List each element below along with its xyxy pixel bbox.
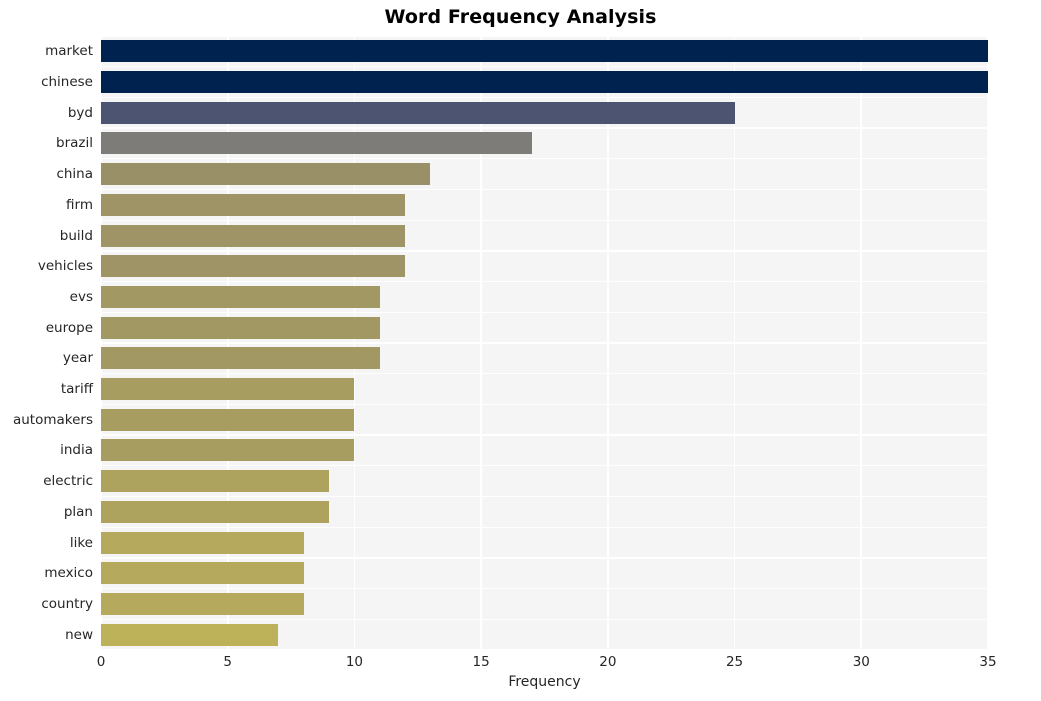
- bar[interactable]: [101, 347, 380, 370]
- gridline-horizontal: [101, 219, 988, 221]
- y-axis-tick-label: year: [62, 350, 93, 367]
- y-axis-tick-label: new: [65, 626, 93, 643]
- bar[interactable]: [101, 378, 355, 401]
- gridline-horizontal: [101, 66, 988, 68]
- y-axis-tick-label: electric: [43, 473, 93, 490]
- bar[interactable]: [101, 470, 330, 493]
- gridline-horizontal: [101, 188, 988, 191]
- gridline-horizontal: [101, 557, 988, 559]
- gridline-horizontal: [101, 280, 988, 283]
- gridline-horizontal: [101, 465, 988, 467]
- bar[interactable]: [101, 500, 330, 523]
- bar[interactable]: [101, 408, 355, 431]
- word-frequency-chart-figure: Word Frequency Analysis market chinese byd…: [0, 0, 1041, 701]
- gridline-horizontal: [101, 342, 988, 344]
- gridline-horizontal: [101, 403, 988, 406]
- gridline-horizontal: [101, 96, 988, 99]
- chart-title: Word Frequency Analysis: [384, 6, 657, 28]
- gridline-horizontal: [101, 373, 988, 375]
- y-axis-tick-label: automakers: [12, 411, 93, 428]
- bar[interactable]: [101, 255, 406, 278]
- y-axis-tick-label: like: [69, 534, 93, 551]
- gridline-horizontal: [101, 158, 988, 160]
- y-axis-tick-label: plan: [63, 503, 93, 520]
- bar[interactable]: [101, 531, 304, 554]
- x-axis-label: Frequency: [508, 674, 581, 690]
- bar[interactable]: [101, 439, 355, 462]
- y-axis-tick-label: country: [41, 595, 93, 612]
- x-axis-tick-label: 30: [852, 654, 870, 670]
- y-axis-tick-label: firm: [66, 196, 93, 213]
- y-axis-tick-label: china: [56, 166, 93, 183]
- gridline-horizontal: [101, 526, 988, 528]
- gridline-horizontal: [101, 127, 988, 129]
- bar[interactable]: [101, 285, 380, 308]
- y-axis-tick-label: chinese: [41, 74, 93, 91]
- bar[interactable]: [101, 101, 735, 124]
- y-axis-tick-label: mexico: [44, 565, 93, 582]
- y-axis-tick-label: build: [59, 227, 93, 244]
- x-axis-tick-label: 5: [223, 654, 232, 670]
- x-axis-tick-label: 35: [979, 654, 997, 670]
- gridline-horizontal: [101, 434, 988, 436]
- bar[interactable]: [101, 163, 431, 186]
- x-axis-tick-label: 20: [599, 654, 617, 670]
- bar[interactable]: [101, 316, 380, 339]
- x-axis-tick-label: 10: [345, 654, 364, 670]
- x-axis-tick-label: 0: [96, 654, 106, 670]
- bar[interactable]: [101, 623, 279, 646]
- bar[interactable]: [101, 193, 406, 216]
- y-axis-tick-label: brazil: [56, 135, 93, 152]
- y-axis-tick-label: vehicles: [37, 258, 93, 275]
- bar[interactable]: [101, 71, 988, 94]
- bar[interactable]: [101, 592, 304, 615]
- y-axis-tick-label: europe: [45, 319, 93, 336]
- gridline-horizontal: [101, 618, 988, 620]
- y-axis-tick-label: evs: [69, 288, 93, 305]
- y-axis-tick-label: byd: [67, 104, 93, 121]
- bar[interactable]: [101, 40, 988, 63]
- gridline-horizontal: [101, 495, 988, 498]
- y-axis-tick-labels: market chinese byd brazil china firm build vehi…: [0, 36, 93, 650]
- bar[interactable]: [101, 562, 304, 585]
- y-axis-tick-label: tariff: [60, 381, 93, 398]
- gridline-horizontal: [101, 311, 988, 313]
- gridline-horizontal: [101, 250, 988, 252]
- bar[interactable]: [101, 132, 532, 155]
- gridline-horizontal: [101, 35, 988, 37]
- x-axis-tick-label: 25: [725, 654, 744, 670]
- x-axis-tick-labels: 0 5 10 15 20 25 30 35: [97, 650, 997, 676]
- bar[interactable]: [101, 224, 406, 247]
- plot-area: [100, 35, 989, 651]
- y-axis-tick-label: india: [60, 442, 93, 459]
- gridline-horizontal: [101, 587, 988, 590]
- x-axis-tick-label: 15: [472, 654, 490, 670]
- y-axis-tick-label: market: [45, 43, 93, 60]
